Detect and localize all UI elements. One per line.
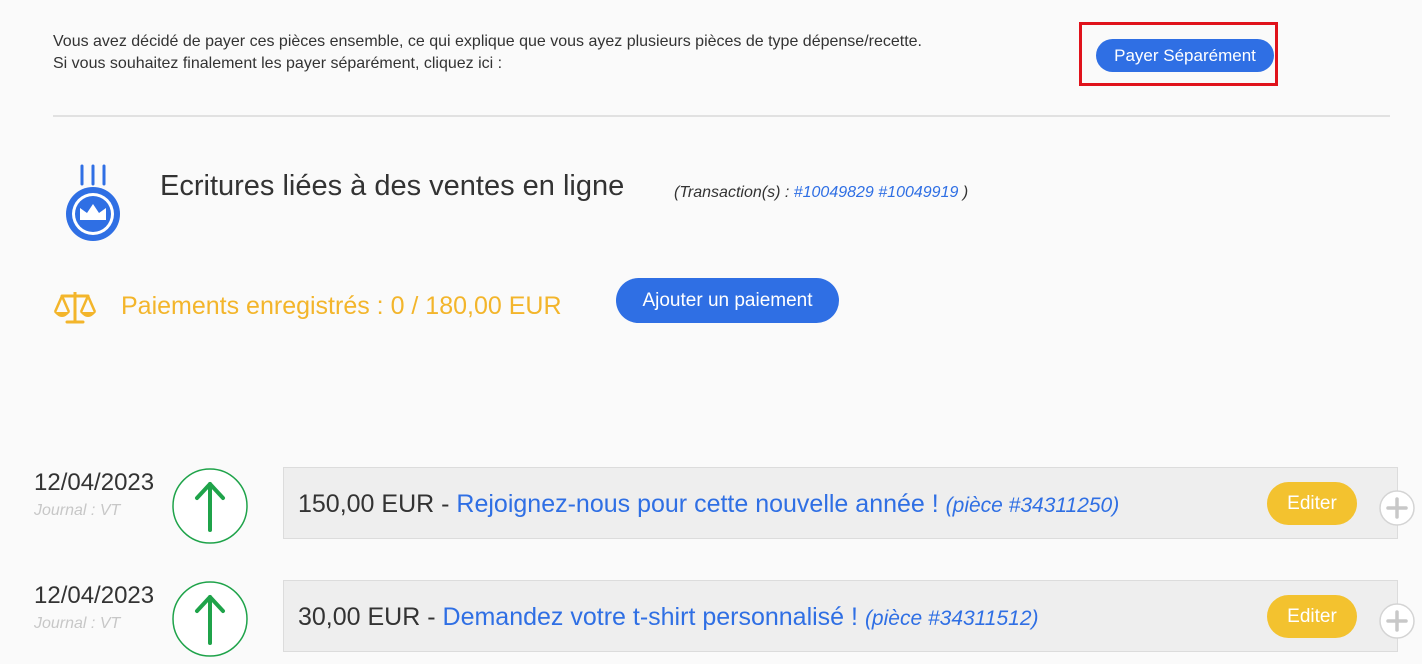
plus-circle-icon[interactable] (1379, 490, 1415, 526)
medal-crown-icon (66, 164, 120, 241)
entry-amount: 150,00 EUR (298, 490, 435, 518)
transaction-link-1[interactable]: #10049829 (794, 184, 874, 201)
pay-separately-button[interactable]: Payer Séparément (1096, 39, 1274, 72)
payments-status: Paiements enregistrés : 0 / 180,00 EUR (121, 292, 562, 320)
entry-date: 12/04/2023 (34, 469, 155, 496)
entry-card: 30,00 EUR - Demandez votre t-shirt perso… (283, 580, 1398, 652)
page-title: Ecritures liées à des ventes en ligne (160, 170, 625, 202)
scale-icon (53, 292, 97, 324)
entry-piece: (pièce #34311250) (945, 494, 1120, 517)
add-payment-button[interactable]: Ajouter un paiement (616, 278, 839, 323)
notice-line-2: Si vous souhaitez finalement les payer s… (53, 55, 503, 72)
edit-button[interactable]: Editer (1267, 482, 1357, 525)
entry-title-link[interactable]: Demandez votre t-shirt personnalisé ! (443, 603, 858, 631)
edit-button[interactable]: Editer (1267, 595, 1357, 638)
entry-date-block: 12/04/2023 Journal : VT (34, 469, 154, 520)
arrow-up-icon (172, 581, 248, 657)
entry-title-link[interactable]: Rejoignez-nous pour cette nouvelle année… (456, 490, 938, 518)
entry-date: 12/04/2023 (34, 582, 155, 609)
entry-date-block: 12/04/2023 Journal : VT (34, 582, 154, 633)
separate-payment-notice: Vous avez décidé de payer ces pièces ens… (53, 31, 922, 75)
entry-card: 150,00 EUR - Rejoignez-nous pour cette n… (283, 467, 1398, 539)
entry-text: 150,00 EUR - Rejoignez-nous pour cette n… (298, 490, 1120, 518)
transaction-link-2[interactable]: #10049919 (878, 184, 958, 201)
divider (53, 115, 1390, 117)
transactions-info: (Transaction(s) : #10049829 #10049919 ) (674, 184, 969, 201)
arrow-up-icon (172, 468, 248, 544)
entry-amount: 30,00 EUR (298, 603, 421, 631)
entry-journal: Journal : VT (34, 502, 121, 519)
entry-piece: (pièce #34311512) (864, 607, 1039, 630)
notice-line-1: Vous avez décidé de payer ces pièces ens… (53, 33, 922, 50)
entry-text: 30,00 EUR - Demandez votre t-shirt perso… (298, 603, 1039, 631)
entry-journal: Journal : VT (34, 615, 121, 632)
plus-circle-icon[interactable] (1379, 603, 1415, 639)
